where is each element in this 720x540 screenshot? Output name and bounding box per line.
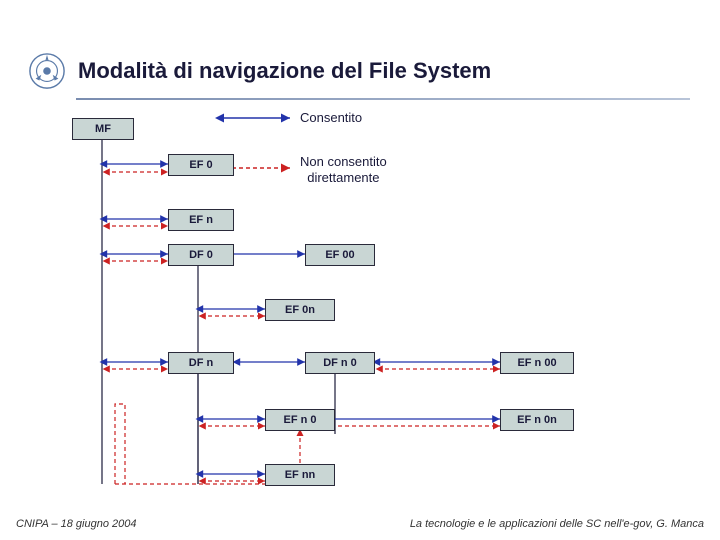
legend-allowed-label: Consentito	[300, 110, 362, 126]
footer-right: La tecnologie e le applicazioni delle SC…	[410, 518, 704, 530]
node-df0: DF 0	[168, 244, 234, 266]
node-efn0: EF n 0	[265, 409, 335, 431]
node-ef00: EF 00	[305, 244, 375, 266]
node-dfn0: DF n 0	[305, 352, 375, 374]
node-ef0n: EF 0n	[265, 299, 335, 321]
node-efn00: EF n 00	[500, 352, 574, 374]
footer-left: CNIPA – 18 giugno 2004	[16, 518, 136, 530]
node-dfn: DF n	[168, 352, 234, 374]
title-divider	[76, 98, 690, 100]
node-efnn: EF nn	[265, 464, 335, 486]
node-efn0n: EF n 0n	[500, 409, 574, 431]
node-ef0: EF 0	[168, 154, 234, 176]
diagram-canvas: Consentito Non consentito direttamente M…	[0, 104, 720, 504]
slide-title: Modalità di navigazione del File System	[78, 58, 491, 84]
node-efn: EF n	[168, 209, 234, 231]
slide-header: Modalità di navigazione del File System	[0, 52, 720, 90]
node-mf: MF	[72, 118, 134, 140]
legend-not-allowed-label: Non consentito direttamente	[300, 154, 387, 185]
italian-emblem-icon	[28, 52, 66, 90]
